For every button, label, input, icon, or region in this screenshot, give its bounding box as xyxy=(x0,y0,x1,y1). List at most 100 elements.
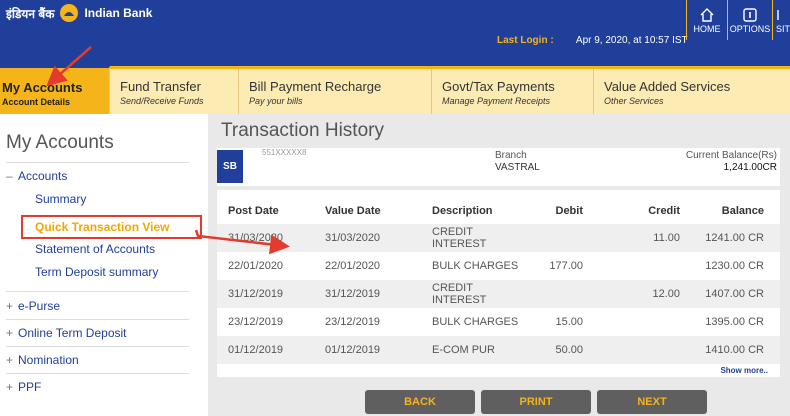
sidebar-item-term-deposit-summary[interactable]: Term Deposit summary xyxy=(6,265,208,279)
divider xyxy=(6,291,189,292)
sidebar-item-label: e-Purse xyxy=(18,299,61,313)
account-type-badge: SB xyxy=(217,150,243,183)
sidebar-item-label: PPF xyxy=(18,380,42,394)
next-button[interactable]: NEXT xyxy=(597,390,707,414)
value-date: 23/12/2019 xyxy=(325,316,381,328)
column-header: Credit xyxy=(648,205,680,217)
sidebar-item-accounts[interactable]: – Accounts xyxy=(6,169,208,183)
description: BULK CHARGES xyxy=(432,316,519,328)
tab-title: Bill Payment Recharge xyxy=(249,79,382,94)
tab-subtitle: Pay your bills xyxy=(249,96,303,106)
home-label: HOME xyxy=(693,24,721,34)
balance-label: Current Balance(Rs) xyxy=(685,150,777,161)
options-button[interactable]: OPTIONS xyxy=(727,0,772,40)
value-date: 31/12/2019 xyxy=(325,288,381,300)
balance: 1407.00 CR xyxy=(705,288,764,300)
table-row: 31/03/2020 31/03/2020 CREDIT INTEREST 11… xyxy=(217,224,780,252)
tab-subtitle: Send/Receive Funds xyxy=(120,96,204,106)
post-date: 31/12/2019 xyxy=(228,288,284,300)
value-date: 01/12/2019 xyxy=(325,344,381,356)
page-title: Transaction History xyxy=(221,120,384,141)
credit: 11.00 xyxy=(653,232,680,244)
action-buttons: BACK PRINT NEXT xyxy=(365,390,713,414)
logo-hindi-text: इंडियन बैंक xyxy=(6,6,55,21)
header-bar: इंडियन बैंक Indian Bank Last Login : Apr… xyxy=(0,0,790,66)
debit: 177.00 xyxy=(549,260,583,272)
value-date: 22/01/2020 xyxy=(325,260,381,272)
tab-bill-payment[interactable]: Bill Payment Recharge Pay your bills xyxy=(239,69,432,114)
top-icon-bar: HOME OPTIONS SITE xyxy=(686,0,790,40)
bank-emblem-icon xyxy=(60,4,79,22)
tab-subtitle: Account Details xyxy=(2,97,71,107)
tab-govt-tax-payments[interactable]: Govt/Tax Payments Manage Payment Receipt… xyxy=(432,69,594,114)
account-summary: SB 551XXXXX8 Branch VASTRAL Current Bala… xyxy=(217,148,780,186)
sidebar-item-ppf[interactable]: + PPF xyxy=(6,380,189,400)
home-button[interactable]: HOME xyxy=(686,0,727,40)
sidebar-item-nomination[interactable]: + Nomination xyxy=(6,353,189,374)
sidebar-item-label: Online Term Deposit xyxy=(18,326,127,340)
options-label: OPTIONS xyxy=(729,24,771,34)
print-button[interactable]: PRINT xyxy=(481,390,591,414)
column-header: Balance xyxy=(721,205,764,217)
main-nav-tabs: My Accounts Account Details Fund Transfe… xyxy=(0,66,790,114)
description: CREDIT INTEREST xyxy=(432,226,487,250)
credit: 12.00 xyxy=(652,288,680,300)
sitemap-icon xyxy=(777,10,779,20)
post-date: 01/12/2019 xyxy=(228,344,284,356)
show-more-link[interactable]: Show more.. xyxy=(217,364,780,377)
table-row: 31/12/2019 31/12/2019 CREDIT INTEREST 12… xyxy=(217,280,780,308)
sidebar-item-statement-of-accounts[interactable]: Statement of Accounts xyxy=(6,242,208,256)
sitemap-button[interactable]: SITE xyxy=(772,0,790,40)
sidebar: My Accounts – Accounts Summary Quick Tra… xyxy=(0,114,208,416)
sidebar-item-e-purse[interactable]: + e-Purse xyxy=(6,299,189,320)
tab-title: Value Added Services xyxy=(604,79,731,94)
balance: 1230.00 CR xyxy=(705,260,764,272)
sidebar-item-quick-transaction-view[interactable]: Quick Transaction View xyxy=(21,215,202,239)
collapse-icon: – xyxy=(6,169,13,183)
sidebar-title: My Accounts xyxy=(6,132,189,163)
sidebar-item-label: Accounts xyxy=(18,169,68,183)
expand-icon: + xyxy=(6,326,14,340)
tab-title: Govt/Tax Payments xyxy=(442,79,555,94)
table-row: 01/12/2019 01/12/2019 E-COM PUR 50.00 14… xyxy=(217,336,780,364)
branch-label: Branch xyxy=(495,150,527,161)
sidebar-item-summary[interactable]: Summary xyxy=(6,192,208,206)
account-number: 551XXXXX8 xyxy=(262,148,307,157)
column-header: Description xyxy=(432,205,493,217)
last-login-label: Last Login : xyxy=(497,35,554,46)
home-icon xyxy=(700,8,714,22)
back-button[interactable]: BACK xyxy=(365,390,475,414)
balance-value: 1,241.00CR xyxy=(723,162,777,173)
logo-text: Indian Bank xyxy=(84,6,153,20)
tab-my-accounts[interactable]: My Accounts Account Details xyxy=(0,66,110,114)
tab-fund-transfer[interactable]: Fund Transfer Send/Receive Funds xyxy=(110,69,239,114)
tab-subtitle: Other Services xyxy=(604,96,664,106)
description: CREDIT INTEREST xyxy=(432,282,487,306)
transaction-table: Post Date Value Date Description Debit C… xyxy=(217,190,780,377)
balance: 1241.00 CR xyxy=(705,232,764,244)
tab-title: My Accounts xyxy=(2,80,83,95)
expand-icon: + xyxy=(6,353,14,367)
value-date: 31/03/2020 xyxy=(325,232,381,244)
tab-title: Fund Transfer xyxy=(120,79,201,94)
table-header: Post Date Value Date Description Debit C… xyxy=(217,198,780,224)
tab-value-added-services[interactable]: Value Added Services Other Services xyxy=(594,69,790,114)
sidebar-item-online-term-deposit[interactable]: + Online Term Deposit xyxy=(6,326,189,347)
last-login: Last Login : Apr 9, 2020, at 10:57 IST xyxy=(497,35,688,46)
branch-value: VASTRAL xyxy=(495,162,540,173)
debit: 50.00 xyxy=(555,344,583,356)
description: E-COM PUR xyxy=(432,344,495,356)
table-row: 22/01/2020 22/01/2020 BULK CHARGES 177.0… xyxy=(217,252,780,280)
post-date: 23/12/2019 xyxy=(228,316,284,328)
sitemap-label: SITE xyxy=(776,24,790,34)
balance: 1395.00 CR xyxy=(705,316,764,328)
current-balance: Current Balance(Rs) 1,241.00CR xyxy=(686,150,777,173)
balance: 1410.00 CR xyxy=(705,344,764,356)
options-icon xyxy=(743,8,757,22)
table-row: 23/12/2019 23/12/2019 BULK CHARGES 15.00… xyxy=(217,308,780,336)
expand-icon: + xyxy=(6,299,14,313)
sidebar-item-label: Nomination xyxy=(18,353,79,367)
bank-logo[interactable]: इंडियन बैंक Indian Bank xyxy=(6,4,152,22)
tab-subtitle: Manage Payment Receipts xyxy=(442,96,551,106)
column-header: Post Date xyxy=(228,205,279,217)
